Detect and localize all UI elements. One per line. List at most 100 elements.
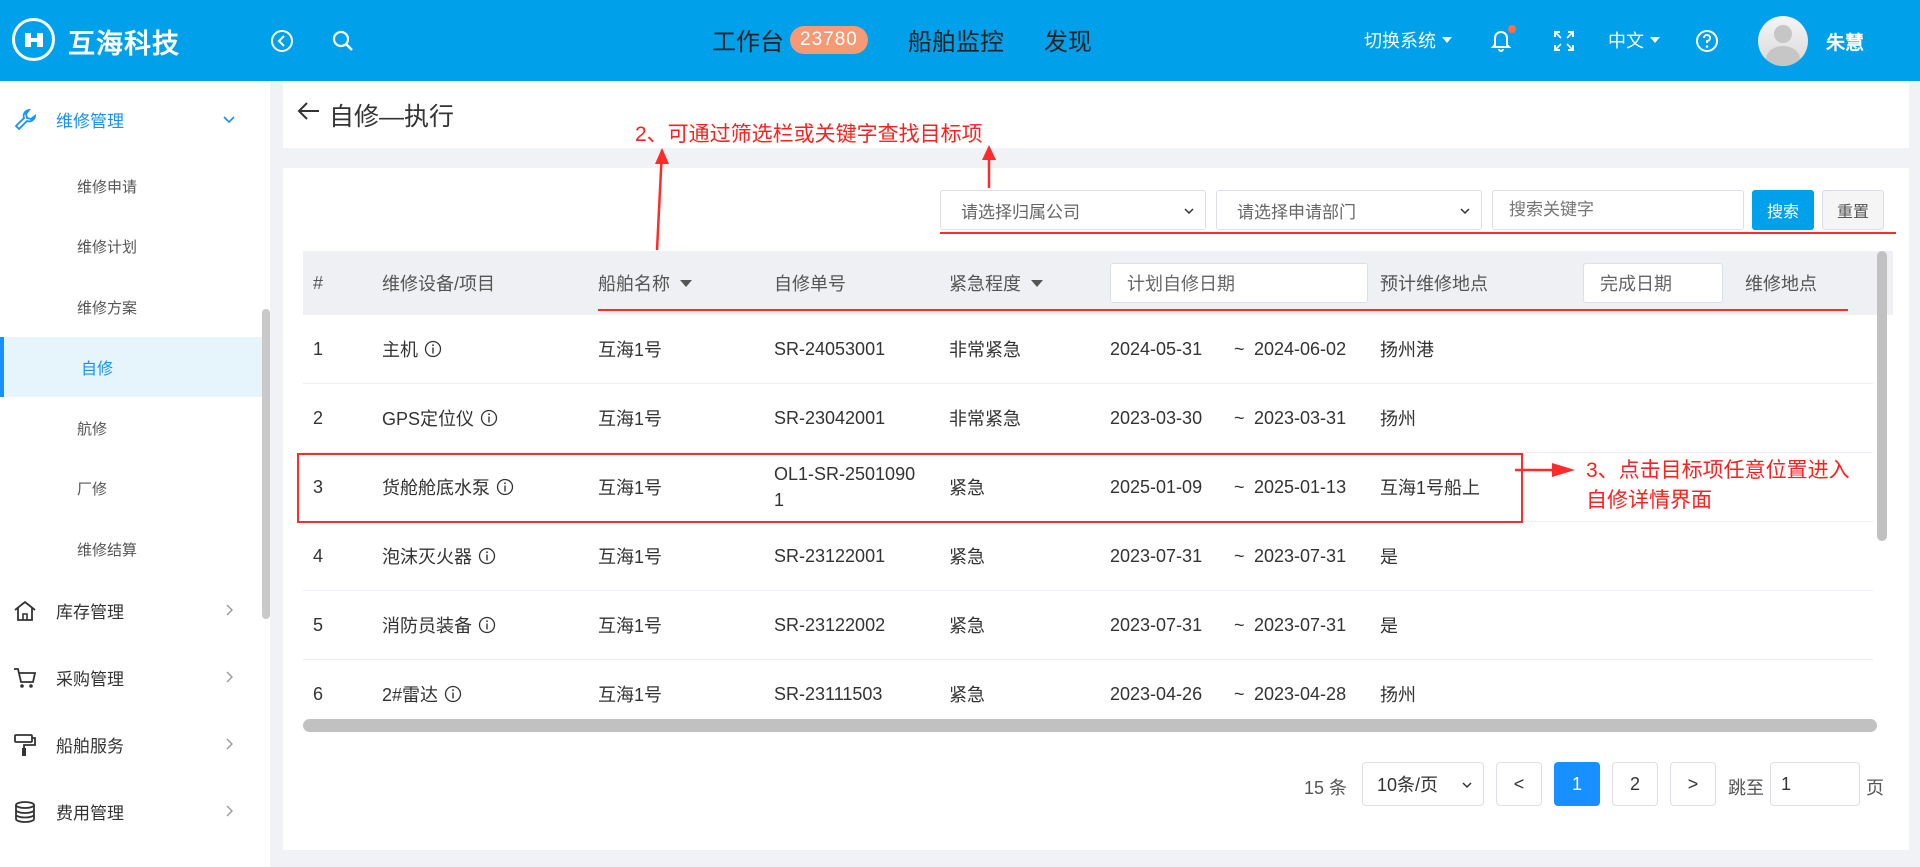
table-row[interactable]: 2 GPS定位仪 互海1号 SR-23042001 非常紧急 2023-03-3… — [303, 384, 1873, 453]
cell-order-no: SR-24053001 — [774, 338, 886, 359]
caret-down-icon — [1442, 37, 1452, 43]
cell-order-no: SR-23111503 — [774, 683, 883, 704]
page-size-label: 10条/页 — [1377, 775, 1439, 795]
cell-order-no: SR-23042001 — [774, 407, 886, 428]
sidebar-item-self-repair[interactable]: 自修 — [0, 337, 262, 397]
avatar-body — [1766, 46, 1800, 66]
info-icon[interactable] — [424, 340, 442, 358]
cell-date-sep: ~ — [1234, 614, 1245, 635]
table-row[interactable]: 4 泡沫灭火器 互海1号 SR-23122001 紧急 2023-07-31 ~… — [303, 522, 1873, 591]
col-ship-name-filter[interactable]: 船舶名称 — [598, 251, 692, 315]
step3-annotation-line2: 自修详情界面 — [1586, 489, 1712, 512]
sidebar-group-expense[interactable]: 费用管理 — [0, 781, 262, 841]
info-icon[interactable] — [478, 547, 496, 565]
cell-date-sep: ~ — [1234, 338, 1245, 359]
equipment-name: 主机 — [382, 340, 418, 360]
cell-urgency: 非常紧急 — [949, 340, 1021, 360]
cell-start-date: 2023-04-26 — [1110, 683, 1203, 704]
nav-ship-monitor[interactable]: 船舶监控 — [908, 22, 1004, 57]
plan-date-filter-input[interactable]: 计划自修日期 — [1110, 263, 1368, 303]
sidebar-item-repair-request[interactable]: 维修申请 — [0, 156, 262, 216]
page-1-button[interactable]: 1 — [1554, 762, 1600, 806]
prev-page-button[interactable]: < — [1496, 762, 1542, 806]
sidebar-item-yard-repair[interactable]: 厂修 — [0, 458, 262, 518]
sidebar-scrollbar[interactable] — [262, 309, 270, 619]
back-arrow-icon[interactable] — [295, 97, 323, 125]
filter-bar-underline — [940, 232, 1896, 234]
nav-workbench-label: 工作台 — [712, 29, 784, 56]
end-date-text: 2023-07-31 — [1254, 614, 1347, 635]
cell-start-date: 2023-07-31 — [1110, 614, 1203, 635]
table-horizontal-scrollbar[interactable] — [303, 719, 1877, 732]
caret-down-icon — [1650, 37, 1660, 43]
sidebar-group-label: 船舶服务 — [56, 736, 124, 756]
equipment-name: GPS定位仪 — [382, 409, 475, 429]
page-2-button[interactable]: 2 — [1612, 762, 1658, 806]
cell-start-date: 2023-07-31 — [1110, 545, 1203, 566]
sidebar-item-repair-scheme[interactable]: 维修方案 — [0, 277, 262, 337]
wrench-icon — [14, 108, 37, 131]
caret-down-icon — [680, 279, 692, 287]
sidebar-item-repair-plan[interactable]: 维修计划 — [0, 216, 262, 276]
page-size-select[interactable]: 10条/页 — [1362, 762, 1484, 806]
workbench-count-badge: 23780 — [790, 25, 868, 54]
info-icon[interactable] — [444, 685, 462, 703]
sidebar-group-procurement[interactable]: 采购管理 — [0, 647, 262, 707]
step3-annotation: 3、点击目标项任意位置进入 自修详情界面 — [1586, 456, 1850, 516]
language-dropdown[interactable]: 中文 — [1608, 27, 1660, 53]
cell-date-sep: ~ — [1234, 407, 1245, 428]
info-icon[interactable] — [480, 409, 498, 427]
database-icon — [15, 801, 35, 823]
table-row[interactable]: 6 2#雷达 互海1号 SR-23111503 紧急 2023-04-26 ~ … — [303, 660, 1873, 716]
table-row[interactable]: 1 主机 互海1号 SR-24053001 非常紧急 2024-05-31 ~ … — [303, 315, 1873, 384]
col-urgency-filter[interactable]: 紧急程度 — [949, 251, 1043, 315]
fullscreen-icon[interactable] — [1549, 26, 1579, 56]
col-ship-name-label: 船舶名称 — [598, 274, 670, 294]
next-page-button[interactable]: > — [1670, 762, 1716, 806]
end-date-text: 2023-07-31 — [1254, 545, 1347, 566]
jump-page-input[interactable]: 1 — [1770, 762, 1860, 806]
info-icon[interactable] — [478, 616, 496, 634]
end-date-text: 2023-04-28 — [1254, 683, 1347, 704]
step2-annotation: 2、可通过筛选栏或关键字查找目标项 — [635, 123, 983, 146]
done-date-filter-input[interactable]: 完成日期 — [1583, 263, 1723, 303]
table-vertical-scrollbar[interactable] — [1877, 251, 1887, 541]
department-select[interactable]: 请选择申请部门 — [1216, 190, 1482, 230]
step3-annotation-line1: 3、点击目标项任意位置进入 — [1586, 459, 1850, 482]
back-circle-icon[interactable] — [267, 26, 297, 56]
sidebar-group-maintenance[interactable]: 维修管理 — [0, 89, 262, 149]
company-logo — [12, 18, 55, 61]
switch-system-dropdown[interactable]: 切换系统 — [1364, 27, 1452, 53]
bell-icon[interactable] — [1486, 25, 1516, 55]
table-row[interactable]: 5 消防员装备 互海1号 SR-23122002 紧急 2023-07-31 ~… — [303, 591, 1873, 660]
user-avatar[interactable] — [1758, 16, 1808, 66]
jump-label: 跳至 — [1728, 778, 1764, 798]
department-select-placeholder: 请选择申请部门 — [1237, 202, 1356, 222]
cell-equipment: GPS定位仪 — [382, 384, 498, 452]
cart-icon — [14, 668, 37, 688]
nav-discover[interactable]: 发现 — [1044, 22, 1092, 57]
sidebar-item-repair-settlement[interactable]: 维修结算 — [0, 519, 262, 579]
search-icon[interactable] — [328, 26, 358, 56]
company-select[interactable]: 请选择归属公司 — [940, 190, 1206, 230]
reset-button[interactable]: 重置 — [1822, 190, 1884, 230]
col-index: # — [313, 272, 324, 293]
company-select-placeholder: 请选择归属公司 — [961, 202, 1080, 222]
help-icon[interactable] — [1692, 26, 1722, 56]
cell-ship: 互海1号 — [598, 547, 663, 567]
sidebar-group-label: 库存管理 — [56, 602, 124, 622]
cell-index: 2 — [313, 407, 324, 428]
sidebar-item-voyage-repair[interactable]: 航修 — [0, 398, 262, 458]
sidebar-group-inventory[interactable]: 库存管理 — [0, 580, 262, 640]
end-date-text: 2024-06-02 — [1254, 338, 1347, 359]
chevron-right-icon — [226, 604, 233, 616]
app-root: 互海科技 工作台 23780 船舶监控 发现 切换系统 中文 朱慧 维修管理 维… — [0, 0, 1920, 867]
nav-workbench[interactable]: 工作台 23780 — [712, 22, 868, 57]
cell-urgency: 紧急 — [949, 685, 985, 705]
search-button[interactable]: 搜索 — [1752, 190, 1814, 230]
user-name[interactable]: 朱慧 — [1826, 28, 1864, 55]
chevron-down-icon — [1184, 208, 1194, 215]
sidebar-group-ship-service[interactable]: 船舶服务 — [0, 714, 262, 774]
keyword-search-input[interactable] — [1492, 190, 1744, 230]
col-order-no: 自修单号 — [774, 274, 846, 294]
